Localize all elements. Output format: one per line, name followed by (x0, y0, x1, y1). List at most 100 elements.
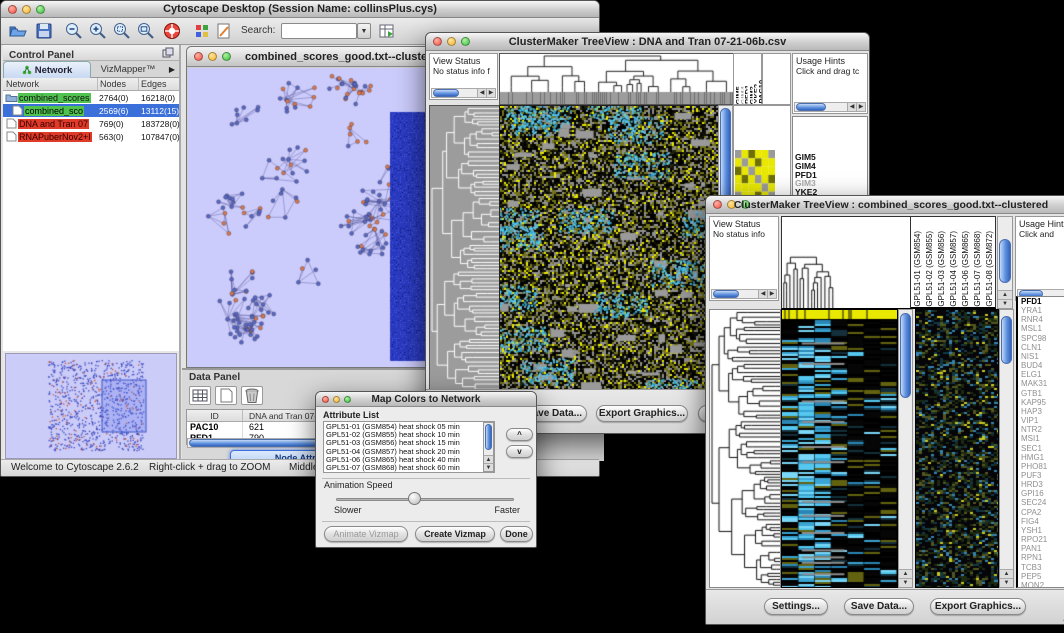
gene-label[interactable]: PAN1 (1018, 544, 1064, 553)
scroll-left-arrow[interactable]: ◀ (847, 103, 856, 111)
scrollbar-thumb[interactable] (713, 290, 739, 298)
move-down-button[interactable]: v (506, 445, 533, 458)
scrollbar-thumb[interactable] (1001, 316, 1012, 364)
gene-label[interactable]: RPN1 (1018, 553, 1064, 562)
tab-network[interactable]: Network (3, 61, 91, 78)
search-dropdown-arrow[interactable]: ▼ (357, 23, 371, 39)
gene-label[interactable]: SEC24 (1018, 498, 1064, 507)
gene-label[interactable]: YRA1 (1018, 306, 1064, 315)
tv1-heatmap[interactable] (499, 105, 719, 393)
network-row-selected[interactable]: combined_sco 2569(6) 13112(15) (3, 104, 179, 117)
gene-label[interactable]: GTB1 (1018, 389, 1064, 398)
vizmap-palette-button[interactable] (193, 21, 211, 41)
gene-label[interactable]: PEP5 (1018, 572, 1064, 581)
tv2-thumb-vscrollbar[interactable]: ▲ ▼ (999, 309, 1014, 588)
network-row[interactable]: combined_scores 2764(0) 16218(0) (3, 91, 179, 104)
tv1-column-dendrogram[interactable] (499, 53, 734, 105)
scrollbar-thumb[interactable] (999, 239, 1011, 283)
tv2-status-hscrollbar[interactable]: ◀ ▶ (711, 289, 777, 299)
gene-label[interactable]: FIG4 (1018, 517, 1064, 526)
create-vizmap-button[interactable]: Create Vizmap (415, 526, 495, 542)
tv2-column-dendrogram[interactable] (781, 216, 911, 310)
main-titlebar[interactable]: Cytoscape Desktop (Session Name: collins… (1, 1, 599, 18)
float-panel-icon[interactable] (162, 47, 174, 59)
zoom-out-button[interactable] (63, 21, 85, 41)
scroll-up-arrow[interactable]: ▲ (899, 569, 912, 578)
speed-slider-track[interactable] (336, 498, 514, 501)
scroll-down-arrow[interactable]: ▼ (484, 463, 493, 471)
gene-label[interactable]: HRD3 (1018, 480, 1064, 489)
network-overview-canvas[interactable] (6, 354, 176, 458)
help-lifering-icon[interactable] (161, 21, 183, 41)
gene-label[interactable]: SPC98 (1018, 334, 1064, 343)
scroll-left-arrow[interactable]: ◀ (477, 89, 486, 97)
gene-label[interactable]: PHO81 (1018, 462, 1064, 471)
scrollbar-thumb[interactable] (485, 424, 492, 450)
gene-label[interactable]: KAP95 (1018, 398, 1064, 407)
gene-label[interactable]: PUF3 (1018, 471, 1064, 480)
tv2-row-dendrogram[interactable] (709, 309, 781, 588)
search-input[interactable] (281, 23, 357, 39)
gene-label[interactable]: PFD1 (1018, 297, 1064, 306)
tv2-thumbnail-heatmap[interactable] (915, 309, 999, 588)
tab-overflow-arrow[interactable]: ▶ (165, 61, 179, 78)
scrollbar-thumb[interactable] (433, 89, 459, 97)
search-options-button[interactable] (377, 21, 397, 41)
gene-label[interactable]: NTR2 (1018, 425, 1064, 434)
gene-label[interactable]: ELG1 (1018, 370, 1064, 379)
dialog-titlebar[interactable]: Map Colors to Network (316, 392, 536, 407)
new-attribute-button[interactable] (215, 386, 237, 405)
export-graphics-button[interactable]: Export Graphics... (930, 598, 1026, 615)
speed-slider-thumb[interactable] (408, 492, 421, 505)
scroll-right-arrow[interactable]: ▶ (486, 89, 495, 97)
scroll-up-arrow[interactable]: ▲ (1000, 569, 1013, 578)
network-overview-panel[interactable] (5, 353, 177, 459)
settings-button[interactable]: Settings... (764, 598, 828, 615)
tv1-correlation-matrix[interactable] (735, 150, 775, 200)
gene-label[interactable]: BUD4 (1018, 361, 1064, 370)
gene-label[interactable]: MAK31 (1018, 379, 1064, 388)
gene-label[interactable]: CPA2 (1018, 508, 1064, 517)
gene-label[interactable]: HMG1 (1018, 453, 1064, 462)
scroll-down-arrow[interactable]: ▼ (899, 578, 912, 587)
scroll-right-arrow[interactable]: ▶ (767, 290, 776, 298)
gene-label[interactable]: HAP3 (1018, 407, 1064, 416)
zoom-selected-button[interactable] (111, 21, 133, 41)
scroll-up-arrow[interactable]: ▲ (484, 455, 493, 463)
scroll-left-arrow[interactable]: ◀ (758, 290, 767, 298)
gene-label[interactable]: GPI16 (1018, 489, 1064, 498)
scrollbar-thumb[interactable] (796, 103, 826, 111)
attribute-list-vscrollbar[interactable]: ▲ ▼ (483, 422, 494, 472)
open-file-button[interactable] (7, 21, 29, 41)
gene-label[interactable]: RNR4 (1018, 315, 1064, 324)
save-data-button[interactable]: Save Data... (844, 598, 914, 615)
tv2-titlebar[interactable]: ClusterMaker TreeView : combined_scores_… (706, 196, 1064, 214)
gene-label[interactable]: VIP1 (1018, 416, 1064, 425)
done-button[interactable]: Done (500, 526, 533, 542)
zoom-button[interactable] (222, 52, 231, 61)
zoom-in-button[interactable] (87, 21, 109, 41)
gene-label[interactable]: MON2 (1018, 581, 1064, 588)
zoom-fit-button[interactable] (135, 21, 157, 41)
scroll-up-arrow[interactable]: ▲ (998, 290, 1012, 299)
gene-label[interactable]: YSH1 (1018, 526, 1064, 535)
gene-label[interactable]: SEC1 (1018, 444, 1064, 453)
scrollbar-thumb[interactable] (900, 313, 911, 398)
network-row[interactable]: RNAPuberNov2+I 563(0) 107847(0) (3, 130, 179, 143)
gene-label[interactable]: NIS1 (1018, 352, 1064, 361)
move-up-button[interactable]: ^ (506, 428, 533, 441)
gene-label[interactable]: MSI1 (1018, 434, 1064, 443)
tab-vizmapper[interactable]: VizMapper™ (91, 61, 165, 78)
gene-label[interactable]: CLN1 (1018, 343, 1064, 352)
minimize-button[interactable] (208, 52, 217, 61)
tv2-heat-vscrollbar[interactable]: ▲ ▼ (898, 309, 913, 588)
tv1-usage-hscrollbar[interactable]: ◀ ▶ (794, 102, 866, 112)
gene-label[interactable]: MSL1 (1018, 324, 1064, 333)
gene-label[interactable]: RPO21 (1018, 535, 1064, 544)
attribute-select-button[interactable] (189, 386, 211, 405)
scroll-right-arrow[interactable]: ▶ (856, 103, 865, 111)
attribute-item[interactable]: GPL51-07 (GSM868) heat shock 60 min (326, 464, 482, 472)
network-row[interactable]: DNA and Tran 07 769(0) 183728(0) (3, 117, 179, 130)
tv1-status-hscrollbar[interactable]: ◀ ▶ (431, 88, 496, 98)
tv2-labels-vscrollbar[interactable]: ▲ ▼ (997, 216, 1013, 309)
